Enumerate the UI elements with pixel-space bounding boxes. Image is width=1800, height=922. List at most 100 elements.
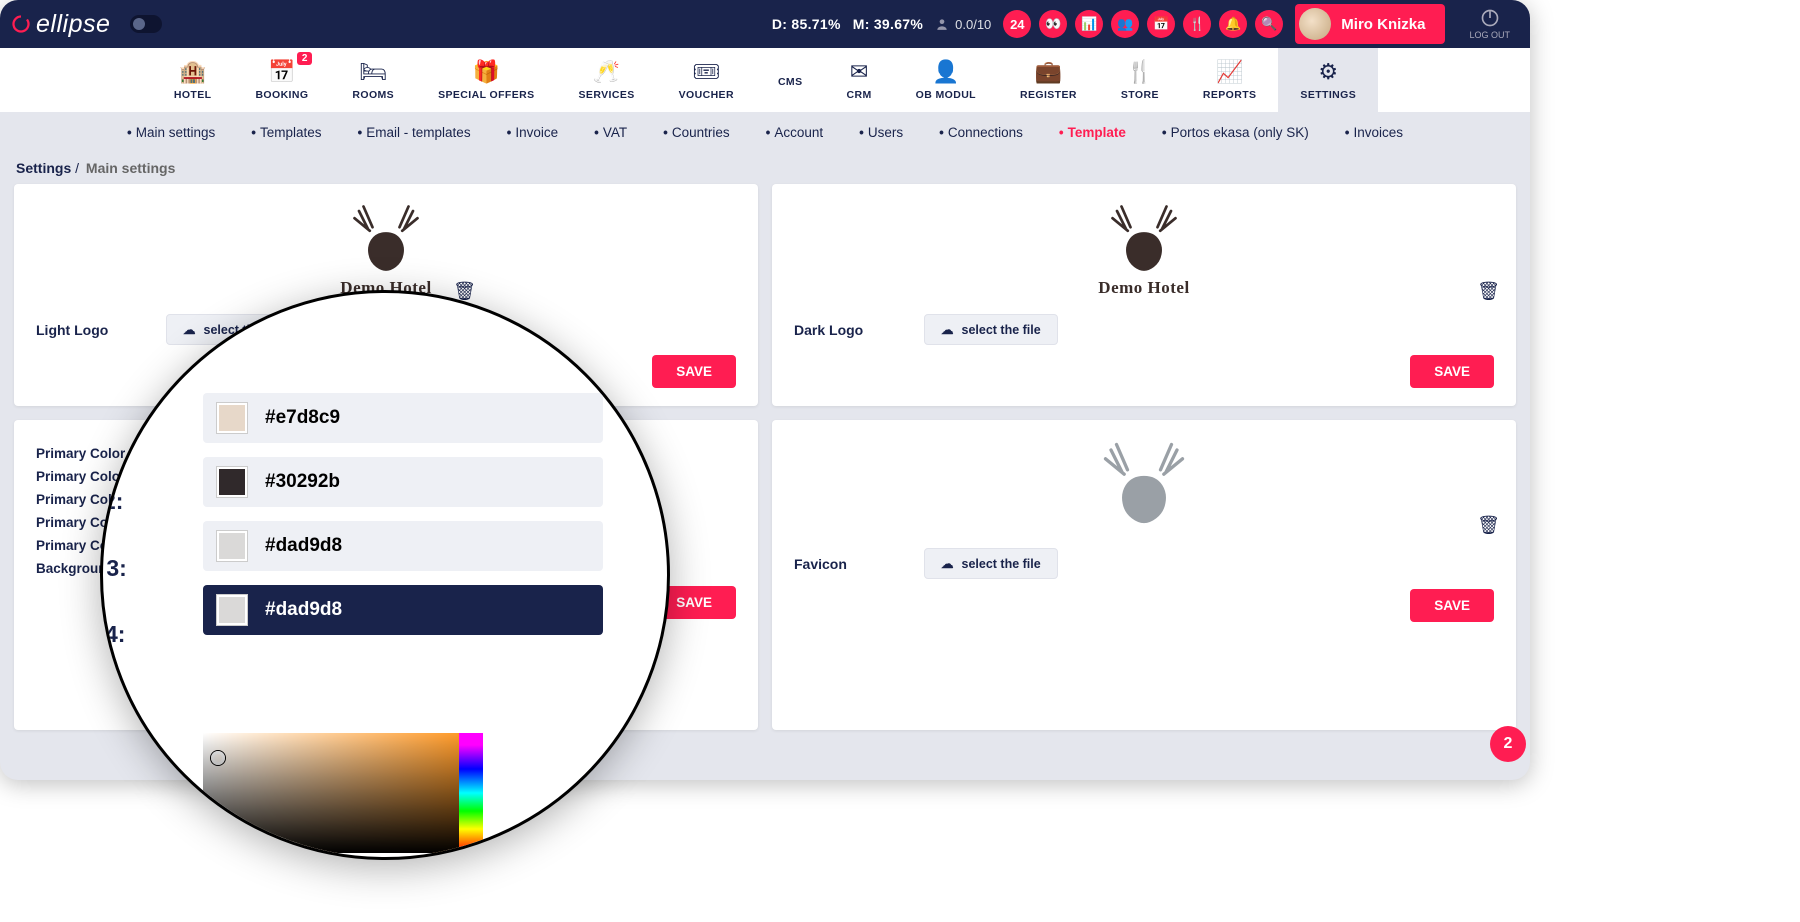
picker-cursor[interactable] [211, 751, 225, 765]
brand-label: ellipse [36, 10, 110, 39]
nav-label: BOOKING [255, 89, 308, 101]
deer-icon [1099, 202, 1189, 274]
topbar: ellipse D: 85.71% M: 39.67% 0.0/10 24👀📊👥… [0, 0, 1530, 48]
color-hex: #dad9d8 [265, 599, 342, 621]
breadcrumb-current: Main settings [86, 160, 175, 176]
color-row[interactable]: #e7d8c9 [203, 393, 603, 443]
dark-logo-card: Demo Hotel 🗑 Dark Logo ☁ select the file… [772, 184, 1516, 406]
subtab-template[interactable]: •Template [1059, 125, 1126, 140]
user-profile[interactable]: Miro Knizka [1295, 4, 1445, 44]
nav-voucher[interactable]: 🎟VOUCHER [657, 48, 756, 112]
color-swatch [217, 531, 247, 561]
theme-toggle[interactable] [130, 15, 162, 33]
brand[interactable]: ellipse [12, 10, 110, 39]
top-round-icon[interactable]: 🔔 [1219, 10, 1247, 38]
subtab-countries[interactable]: •Countries [663, 125, 730, 140]
top-round-icon[interactable]: 24 [1003, 10, 1031, 38]
nav-icon: 📅 [268, 59, 295, 85]
nav-label: REPORTS [1203, 89, 1257, 101]
breadcrumb-root: Settings [16, 160, 71, 176]
subtab-account[interactable]: •Account [766, 125, 824, 140]
subtab-users[interactable]: •Users [859, 125, 903, 140]
float-badge[interactable]: 2 [1490, 726, 1526, 762]
trash-icon[interactable]: 🗑 [1477, 281, 1500, 302]
nav-label: VOUCHER [679, 89, 734, 101]
nav-label: CRM [847, 89, 872, 101]
main-nav: 🏨 HOTEL 2📅 BOOKING 🛏 ROOMS 🎁 SPECIAL OFFERS 🥂SER… [0, 48, 1530, 112]
nav-label: SPECIAL OFFERS [438, 89, 534, 101]
color-row[interactable]: #dad9d8 [203, 521, 603, 571]
subtab-invoice[interactable]: •Invoice [507, 125, 559, 140]
power-icon [1480, 8, 1500, 28]
select-file-button[interactable]: ☁ select the file [924, 548, 1058, 579]
nav-crm[interactable]: ✉CRM [825, 48, 894, 112]
save-button[interactable]: SAVE [652, 355, 736, 388]
color-row[interactable]: #30292b [203, 457, 603, 507]
picker-saturation[interactable] [203, 733, 459, 853]
nav-icon: 👤 [932, 59, 959, 85]
trash-icon[interactable]: 🗑 [1477, 515, 1500, 536]
demo-hotel-label: Demo Hotel [1098, 278, 1189, 298]
nav-ob-modul[interactable]: 👤 OB MODUL [894, 48, 998, 112]
sub-tabs: •Main settings •Templates •Email - templat… [0, 112, 1530, 152]
person-icon [935, 17, 949, 31]
top-round-icon[interactable]: 👥 [1111, 10, 1139, 38]
light-logo-label: Light Logo [36, 322, 166, 338]
nav-icon: 📈 [1216, 59, 1243, 85]
breadcrumb: Settings / Main settings [0, 152, 1530, 184]
save-button[interactable]: SAVE [1410, 589, 1494, 622]
subtab-email-templates[interactable]: •Email - templates [358, 125, 471, 140]
nav-cms[interactable]: CMS [756, 48, 825, 112]
nav-icon: 🎁 [473, 59, 500, 85]
subtab-templates[interactable]: •Templates [251, 125, 321, 140]
save-button[interactable]: SAVE [1410, 355, 1494, 388]
mag-label-2: 2: [103, 488, 123, 515]
favicon-label: Favicon [794, 556, 924, 572]
nav-reports[interactable]: 📈 REPORTS [1181, 48, 1279, 112]
nav-special-offers[interactable]: 🎁 SPECIAL OFFERS [416, 48, 556, 112]
nav-label: SETTINGS [1300, 89, 1356, 101]
nav-hotel[interactable]: 🏨 HOTEL [152, 48, 234, 112]
nav-icon: ⚙ [1318, 59, 1338, 85]
nav-label: HOTEL [174, 89, 212, 101]
nav-icon: 🏨 [179, 59, 206, 85]
color-swatch [217, 403, 247, 433]
top-round-icon[interactable]: 👀 [1039, 10, 1067, 38]
nav-label: OB MODUL [916, 89, 976, 101]
nav-label: SERVICES [579, 89, 635, 101]
select-file-button[interactable]: ☁ select the file [924, 314, 1058, 345]
subtab-connections[interactable]: •Connections [939, 125, 1023, 140]
dark-logo-label: Dark Logo [794, 322, 924, 338]
top-round-icon[interactable]: 📅 [1147, 10, 1175, 38]
nav-rooms[interactable]: 🛏 ROOMS [330, 48, 416, 112]
nav-register[interactable]: 💼REGISTER [998, 48, 1099, 112]
nav-label: STORE [1121, 89, 1159, 101]
subtab-portos-ekasa-only-sk-[interactable]: •Portos ekasa (only SK) [1162, 125, 1309, 140]
nav-store[interactable]: 🍴STORE [1099, 48, 1181, 112]
subtab-main-settings[interactable]: •Main settings [127, 125, 215, 140]
avatar [1299, 8, 1331, 40]
color-hex: #e7d8c9 [265, 407, 340, 429]
nav-label: ROOMS [352, 89, 394, 101]
topbar-right: D: 85.71% M: 39.67% 0.0/10 24👀📊👥📅🍴🔔🔍 Mir… [772, 4, 1518, 44]
subtab-vat[interactable]: •VAT [594, 125, 627, 140]
subtab-invoices[interactable]: •Invoices [1345, 125, 1403, 140]
picker-hue[interactable] [459, 733, 483, 853]
top-round-icon[interactable]: 🔍 [1255, 10, 1283, 38]
color-swatch [217, 595, 247, 625]
nav-services[interactable]: 🥂SERVICES [557, 48, 657, 112]
magnifier-lens: 2: r 3: 4: #e7d8c9#30292b#dad9d8#dad9d8 [100, 290, 670, 860]
color-row[interactable]: #dad9d8 [203, 585, 603, 635]
nav-settings[interactable]: ⚙ SETTINGS [1278, 48, 1378, 112]
nav-icon: 🛏 [359, 59, 387, 85]
top-round-icon[interactable]: 📊 [1075, 10, 1103, 38]
color-swatch [217, 467, 247, 497]
color-picker[interactable] [203, 733, 483, 853]
logout-button[interactable]: LOG OUT [1461, 8, 1518, 40]
mag-label-4: 4: [105, 621, 125, 648]
brand-swirl-icon [12, 15, 30, 33]
stat-ratio: 0.0/10 [935, 17, 991, 32]
nav-badge: 2 [297, 52, 313, 65]
top-round-icon[interactable]: 🍴 [1183, 10, 1211, 38]
nav-booking[interactable]: 2📅 BOOKING [233, 48, 330, 112]
